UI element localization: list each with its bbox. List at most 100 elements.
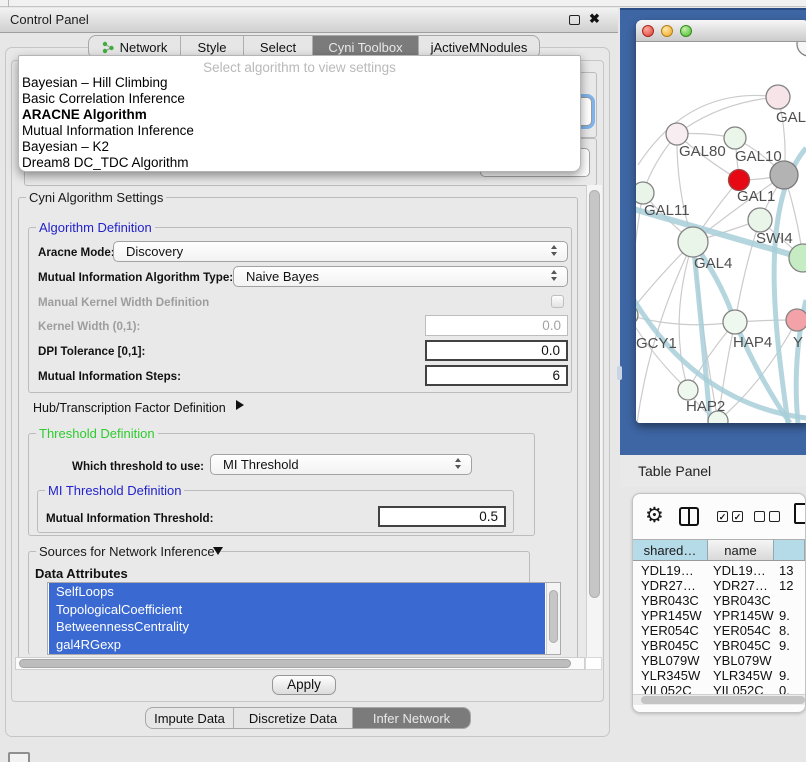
list-vertical-scrollbar[interactable] [546,583,560,654]
mi-steps-field[interactable]: 6 [425,365,568,386]
splitter-handle[interactable] [617,366,622,380]
cyni-algorithm-settings-title: Cyni Algorithm Settings [26,190,166,205]
svg-text:Y: Y [793,334,803,351]
mi-type-label: Mutual Information Algorithm Type: [38,271,233,284]
column-header-next[interactable] [774,540,805,560]
svg-text:HAP2: HAP2 [686,398,725,415]
column-header-shared[interactable]: shared… [633,540,708,560]
network-node-gal10 [724,127,746,149]
dropdown-item[interactable]: Bayesian – Hill Climbing [21,75,578,91]
mi-threshold-field[interactable]: 0.5 [378,506,506,527]
scrollbar-thumb[interactable] [589,190,600,598]
table-row[interactable]: YBL079W YBL079W [633,653,805,668]
table-row[interactable]: YLR345W YLR345W 9. [633,668,805,683]
gear-icon[interactable]: ⚙ [645,505,664,526]
table-panel-header: Table Panel [620,455,806,487]
dropdown-item[interactable]: Mutual Information Inference [21,123,578,139]
table-panel-title: Table Panel [638,463,711,479]
dropdown-item[interactable]: ARACNE Algorithm [21,107,578,123]
list-item[interactable]: TopologicalCoefficient [49,601,545,619]
table-row[interactable]: YDL19… YDL19… 13 [633,563,805,578]
zoom-traffic-light-icon[interactable] [680,25,692,37]
table-row[interactable]: YBR045C YBR045C 9. [633,638,805,653]
network-node-hap2 [678,380,698,400]
top-toolbar-strip [0,0,806,7]
select-all-checkboxes-icon[interactable]: ✓✓ [717,511,743,522]
network-node-salmon [786,309,806,331]
minimize-traffic-light-icon[interactable] [661,25,673,37]
tab-impute-data[interactable]: Impute Data [146,708,234,728]
table-body: YDL19… YDL19… 13 YDR27… YDR27… 12 YBR043… [633,563,805,698]
document-icon[interactable] [794,503,806,524]
svg-text:GAL10: GAL10 [735,148,782,165]
network-tab-icon [102,41,115,54]
kernel-width-field[interactable]: 0.0 [425,315,568,336]
close-icon[interactable]: ✖ [589,11,600,27]
network-node-gal11 [636,182,654,204]
collapse-arrow-icon[interactable] [213,547,223,555]
svg-text:HAP4: HAP4 [733,334,772,351]
scrollbar-thumb[interactable] [641,696,805,704]
threshold-definition-title: Threshold Definition [36,426,158,441]
manual-kernel-checkbox[interactable] [551,295,564,308]
dropdown-item[interactable]: Dream8 DC_TDC Algorithm [21,155,578,171]
list-item[interactable]: gal4RGexp [49,636,545,654]
tab-discretize-data[interactable]: Discretize Data [234,708,353,728]
svg-text:GAL: GAL [776,109,806,126]
toolbar-divider [8,0,9,7]
algorithm-dropdown: Select algorithm to view settings Bayesi… [18,55,581,172]
spinner-arrows-icon [551,245,559,256]
which-threshold-label: Which threshold to use: [72,460,204,473]
table-row[interactable]: YDR27… YDR27… 12 [633,578,805,593]
network-node-gal_p [766,85,790,109]
columns-icon[interactable] [679,507,699,526]
aracne-mode-select[interactable]: Discovery [113,241,568,262]
svg-text:GAL11: GAL11 [644,202,690,219]
dpi-tolerance-field[interactable]: 0.0 [425,340,568,361]
deselect-all-checkboxes-icon[interactable] [754,511,780,522]
network-window-titlebar [636,20,806,42]
settings-vertical-scrollbar[interactable] [586,185,602,670]
data-attributes-label: Data Attributes [35,566,128,581]
table-row[interactable]: YBR043C YBR043C [633,593,805,608]
kernel-width-label: Kernel Width (0,1): [38,320,140,333]
network-node-gal4 [678,227,708,257]
scrollbar-thumb[interactable] [19,659,571,668]
table-header-row: shared… name [633,539,805,561]
list-item[interactable]: BetweennessCentrality [49,618,545,636]
float-window-icon[interactable] [569,15,580,25]
scrollbar-thumb[interactable] [549,590,558,643]
table-row[interactable]: YER054C YER054C 8. [633,623,805,638]
dropdown-item[interactable]: Basic Correlation Inference [21,91,578,107]
expand-arrow-icon[interactable] [236,400,244,410]
tab-infer-network[interactable]: Infer Network [353,708,470,728]
table-row[interactable]: YPR145W YPR145W 9. [633,608,805,623]
network-graph-canvas[interactable]: GALGAL80GAL10GAL1GAL11SWI4GAL4GCY1HAP4YH… [636,42,806,423]
column-header-name[interactable]: name [708,540,774,560]
list-item[interactable]: SelfLoops [49,583,545,601]
mi-steps-label: Mutual Information Steps: [38,370,181,383]
svg-text:SWI4: SWI4 [756,230,793,247]
dropdown-placeholder: Select algorithm to view settings [19,60,580,75]
control-panel-title: Control Panel [10,12,89,27]
dropdown-item[interactable]: Bayesian – K2 [21,139,578,155]
data-attributes-list[interactable]: SelfLoopsTopologicalCoefficientBetweenne… [47,582,561,655]
svg-text:GCY1: GCY1 [636,335,677,352]
which-threshold-select[interactable]: MI Threshold [210,454,472,475]
table-horizontal-scrollbar[interactable] [633,694,805,705]
control-panel-titlebar: Control Panel ✖ [0,8,618,33]
mi-type-select[interactable]: Naive Bayes [233,266,568,287]
table-panel-window: ⚙ ✓✓ shared… name YDL19… YDL19… 13 YDR27… [632,493,806,713]
network-node-grayn [770,161,798,189]
network-view-window[interactable]: GALGAL80GAL10GAL1GAL11SWI4GAL4GCY1HAP4YH… [636,20,806,423]
settings-horizontal-scrollbar[interactable] [15,657,585,670]
docked-panel-icon[interactable] [8,752,30,762]
hub-factor-definition-label[interactable]: Hub/Transcription Factor Definition [33,401,226,415]
algorithm-definition-title: Algorithm Definition [36,220,155,235]
dropdown-items: Bayesian – Hill ClimbingBasic Correlatio… [21,75,578,171]
spinner-arrows-icon [455,458,463,469]
apply-button[interactable]: Apply [272,675,336,695]
svg-text:GAL4: GAL4 [694,255,732,272]
close-traffic-light-icon[interactable] [642,25,654,37]
sources-title: Sources for Network Inference [36,544,218,559]
